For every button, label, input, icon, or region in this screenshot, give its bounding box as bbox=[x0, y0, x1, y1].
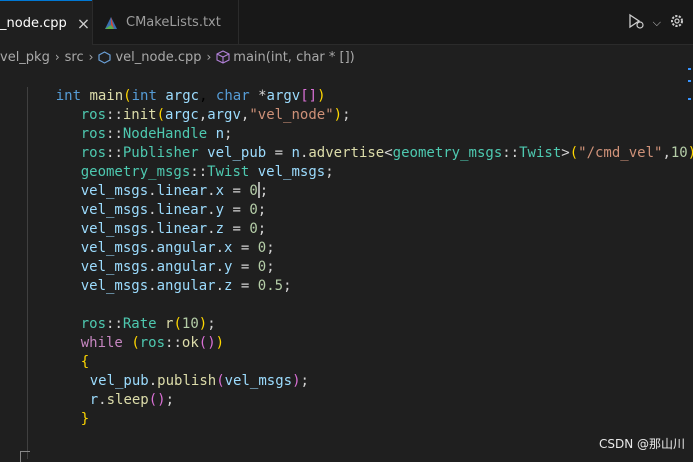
gear-icon[interactable] bbox=[669, 13, 685, 33]
code-editor[interactable]: int main(int argc, char *argv[]) ros::in… bbox=[0, 68, 693, 462]
run-debug-icon[interactable] bbox=[627, 13, 645, 33]
code-line: ros::init(argc,argv,"vel_node"); bbox=[80, 107, 351, 123]
chevron-down-icon[interactable]: ⌵ bbox=[653, 16, 661, 30]
tab-bar: _node.cpp × CMakeLists.txt ⌵ bbox=[0, 0, 693, 45]
bracket-end-marker bbox=[20, 451, 30, 462]
code-line: vel_msgs.angular.x = 0; bbox=[80, 240, 275, 256]
breadcrumb-item-symbol[interactable]: main(int, char * []) bbox=[233, 50, 354, 65]
close-icon[interactable]: × bbox=[77, 14, 90, 33]
code-line: vel_pub.publish(vel_msgs); bbox=[89, 373, 309, 389]
chevron-right-icon: › bbox=[88, 50, 94, 64]
breadcrumb-item-file[interactable]: vel_node.cpp bbox=[115, 50, 201, 65]
code-line: vel_msgs.linear.y = 0; bbox=[80, 202, 267, 218]
code-line: vel_msgs.linear.x = 0; bbox=[80, 182, 269, 199]
editor-actions: ⌵ bbox=[627, 0, 693, 45]
tab-label: CMakeLists.txt bbox=[126, 15, 221, 30]
cmake-icon bbox=[103, 15, 119, 31]
scrollbar-marker bbox=[688, 98, 691, 100]
function-symbol-icon bbox=[216, 50, 230, 64]
tab-vel-node-cpp[interactable]: _node.cpp × bbox=[0, 0, 92, 45]
code-line: vel_msgs.angular.y = 0; bbox=[80, 259, 275, 275]
code-line: vel_msgs.linear.z = 0; bbox=[80, 221, 267, 237]
breadcrumb: vel_pkg › src › vel_node.cpp › main(int,… bbox=[0, 46, 355, 68]
code-line: int main(int argc, char *argv[]) bbox=[55, 88, 326, 104]
chevron-right-icon: › bbox=[54, 50, 60, 64]
code-line: vel_msgs.angular.z = 0.5; bbox=[80, 278, 292, 294]
watermark: CSDN @那山川 bbox=[598, 437, 685, 451]
code-line: r.sleep(); bbox=[89, 392, 175, 408]
breadcrumb-item-package[interactable]: vel_pkg bbox=[0, 50, 50, 65]
code-line: ros::NodeHandle n; bbox=[80, 126, 233, 142]
code-line: geometry_msgs::Twist vel_msgs; bbox=[80, 164, 334, 180]
code-line: } bbox=[80, 411, 90, 427]
code-line: ros::Publisher vel_pub = n.advertise<geo… bbox=[80, 145, 693, 161]
tab-label: _node.cpp bbox=[0, 15, 67, 31]
chevron-right-icon: › bbox=[206, 50, 212, 64]
scrollbar-marker bbox=[688, 80, 691, 82]
breadcrumb-item-src[interactable]: src bbox=[65, 50, 84, 65]
cpp-file-icon bbox=[98, 50, 112, 64]
code-line: { bbox=[80, 354, 90, 370]
scrollbar-marker bbox=[688, 68, 691, 70]
code-line: while (ros::ok()) bbox=[80, 335, 225, 351]
code-line: ros::Rate r(10); bbox=[80, 316, 216, 332]
indent-guide bbox=[27, 87, 28, 459]
tab-cmakelists[interactable]: CMakeLists.txt bbox=[93, 0, 239, 45]
